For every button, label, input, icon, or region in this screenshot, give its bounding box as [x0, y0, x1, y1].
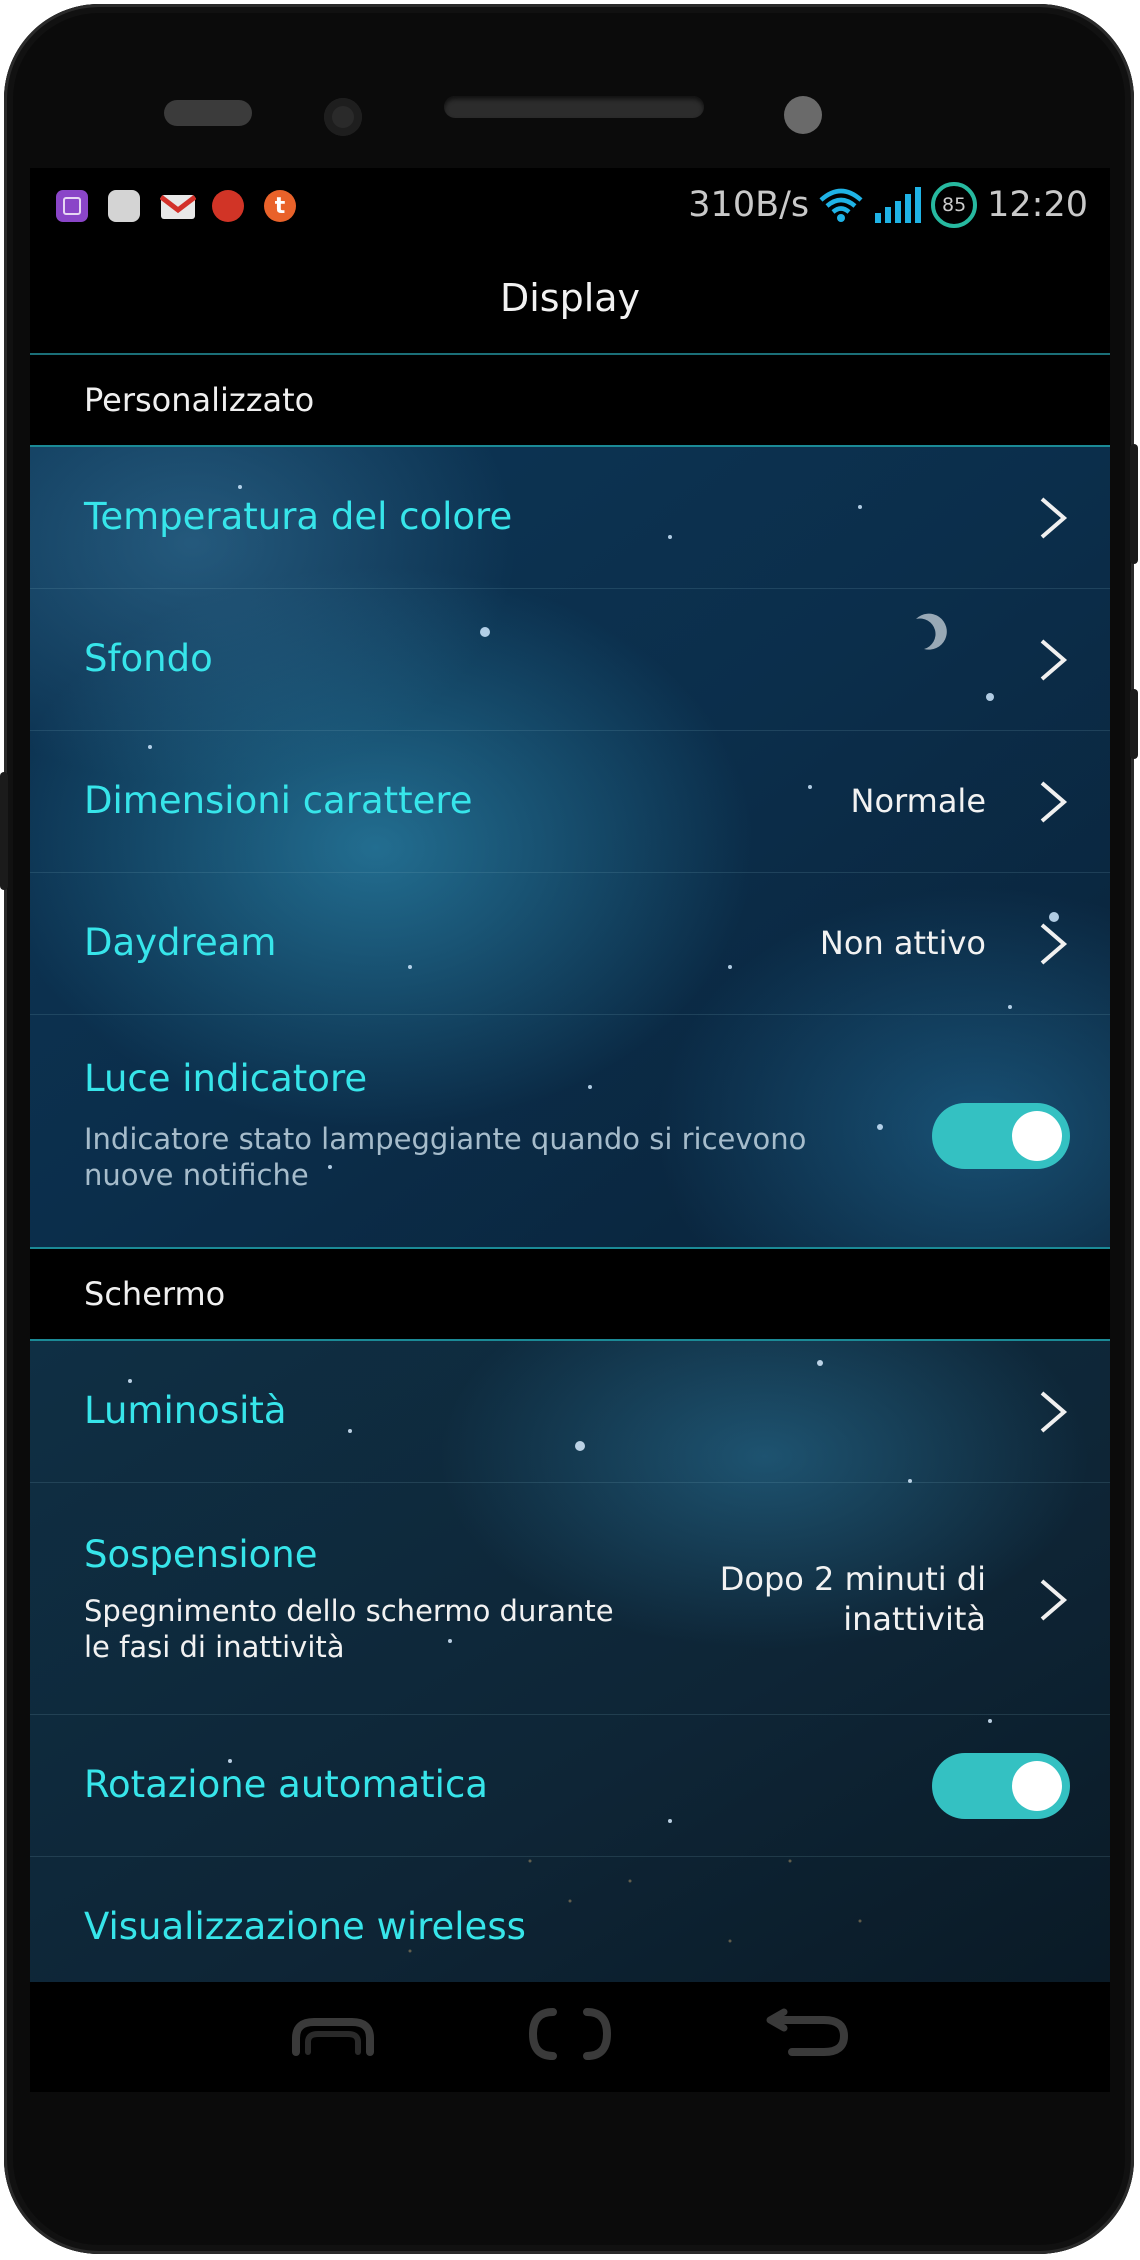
setting-title: Sospensione — [84, 1533, 318, 1576]
setting-wallpaper[interactable]: Sfondo — [30, 589, 1110, 731]
setting-title: Rotazione automatica — [84, 1763, 488, 1806]
setting-color-temperature[interactable]: Temperatura del colore — [30, 447, 1110, 589]
setting-title: Luminosità — [84, 1389, 287, 1432]
setting-value: Normale — [850, 782, 986, 820]
navigation-bar — [30, 1982, 1110, 2092]
settings-panel-screen: Luminosità Sospensione Spegnimento dello… — [30, 1341, 1110, 1982]
back-icon[interactable] — [762, 2004, 852, 2064]
toggle-knob — [1012, 1111, 1062, 1161]
settings-panel-custom: Temperatura del colore Sfondo Dimensioni… — [30, 447, 1110, 1248]
setting-indicator-light[interactable]: Luce indicatore Indicatore stato lampegg… — [30, 1015, 1110, 1248]
section-label: Personalizzato — [84, 381, 315, 419]
proximity-sensor — [784, 96, 822, 134]
chevron-right-icon — [1040, 639, 1068, 681]
indicator-light-toggle[interactable] — [932, 1103, 1070, 1169]
setting-daydream[interactable]: Daydream Non attivo — [30, 873, 1110, 1015]
toggle-knob — [1012, 1761, 1062, 1811]
recent-apps-icon[interactable] — [288, 2004, 378, 2064]
net-speed: 310B/s — [688, 185, 810, 225]
setting-font-size[interactable]: Dimensioni carattere Normale — [30, 731, 1110, 873]
section-label: Schermo — [84, 1275, 226, 1313]
chevron-right-icon — [1040, 781, 1068, 823]
setting-sleep[interactable]: Sospensione Spegnimento dello schermo du… — [30, 1483, 1110, 1715]
setting-value: Dopo 2 minuti di inattività — [719, 1560, 986, 1638]
chevron-right-icon — [1040, 497, 1068, 539]
setting-title: Luce indicatore — [84, 1057, 368, 1100]
setting-subtitle: Spegnimento dello schermo durante le fas… — [84, 1594, 614, 1664]
setting-title: Dimensioni carattere — [84, 779, 473, 822]
setting-subtitle: Indicatore stato lampeggiante quando si … — [84, 1122, 807, 1192]
auto-rotate-toggle[interactable] — [932, 1753, 1070, 1819]
gmail-icon — [159, 190, 197, 222]
sensor-slot — [164, 100, 252, 126]
page-title: Display — [499, 276, 641, 320]
setting-value: Non attivo — [819, 924, 986, 962]
signal-icon — [875, 187, 922, 223]
home-icon[interactable] — [525, 2004, 615, 2064]
gallery-icon — [56, 190, 88, 222]
chevron-right-icon — [1040, 1391, 1068, 1433]
status-right: 310B/s 85 12:20 — [688, 180, 1088, 230]
screen: t 310B/s 85 12:20 Display Personalizzato… — [30, 168, 1110, 1982]
setting-brightness[interactable]: Luminosità — [30, 1341, 1110, 1483]
battery-level: 85 — [942, 194, 967, 216]
setting-auto-rotate[interactable]: Rotazione automatica — [30, 1715, 1110, 1857]
wifi-icon — [819, 188, 863, 222]
power-button — [0, 772, 8, 890]
chevron-right-icon — [1040, 923, 1068, 965]
battery-icon: 85 — [931, 182, 978, 228]
setting-title: Sfondo — [84, 637, 213, 680]
gmail-glyph — [159, 195, 197, 219]
browser-icon — [212, 190, 244, 222]
volume-down-button — [1130, 689, 1138, 759]
earpiece-speaker — [444, 96, 704, 118]
setting-wireless-display[interactable]: Visualizzazione wireless — [30, 1857, 1110, 1982]
message-icon — [108, 190, 140, 222]
title-bar: Display — [30, 242, 1110, 354]
chevron-right-icon — [1040, 1579, 1068, 1621]
setting-title: Visualizzazione wireless — [84, 1905, 526, 1948]
front-camera — [324, 98, 362, 136]
section-header-screen: Schermo — [30, 1249, 1110, 1339]
setting-title: Temperatura del colore — [84, 495, 513, 538]
notification-icons: t — [56, 190, 296, 222]
status-bar: t 310B/s 85 12:20 — [30, 168, 1110, 242]
setting-title: Daydream — [84, 921, 277, 964]
tumblr-icon: t — [264, 190, 296, 222]
clock: 12:20 — [987, 185, 1088, 225]
section-header-custom: Personalizzato — [30, 355, 1110, 445]
volume-up-button — [1130, 444, 1138, 564]
